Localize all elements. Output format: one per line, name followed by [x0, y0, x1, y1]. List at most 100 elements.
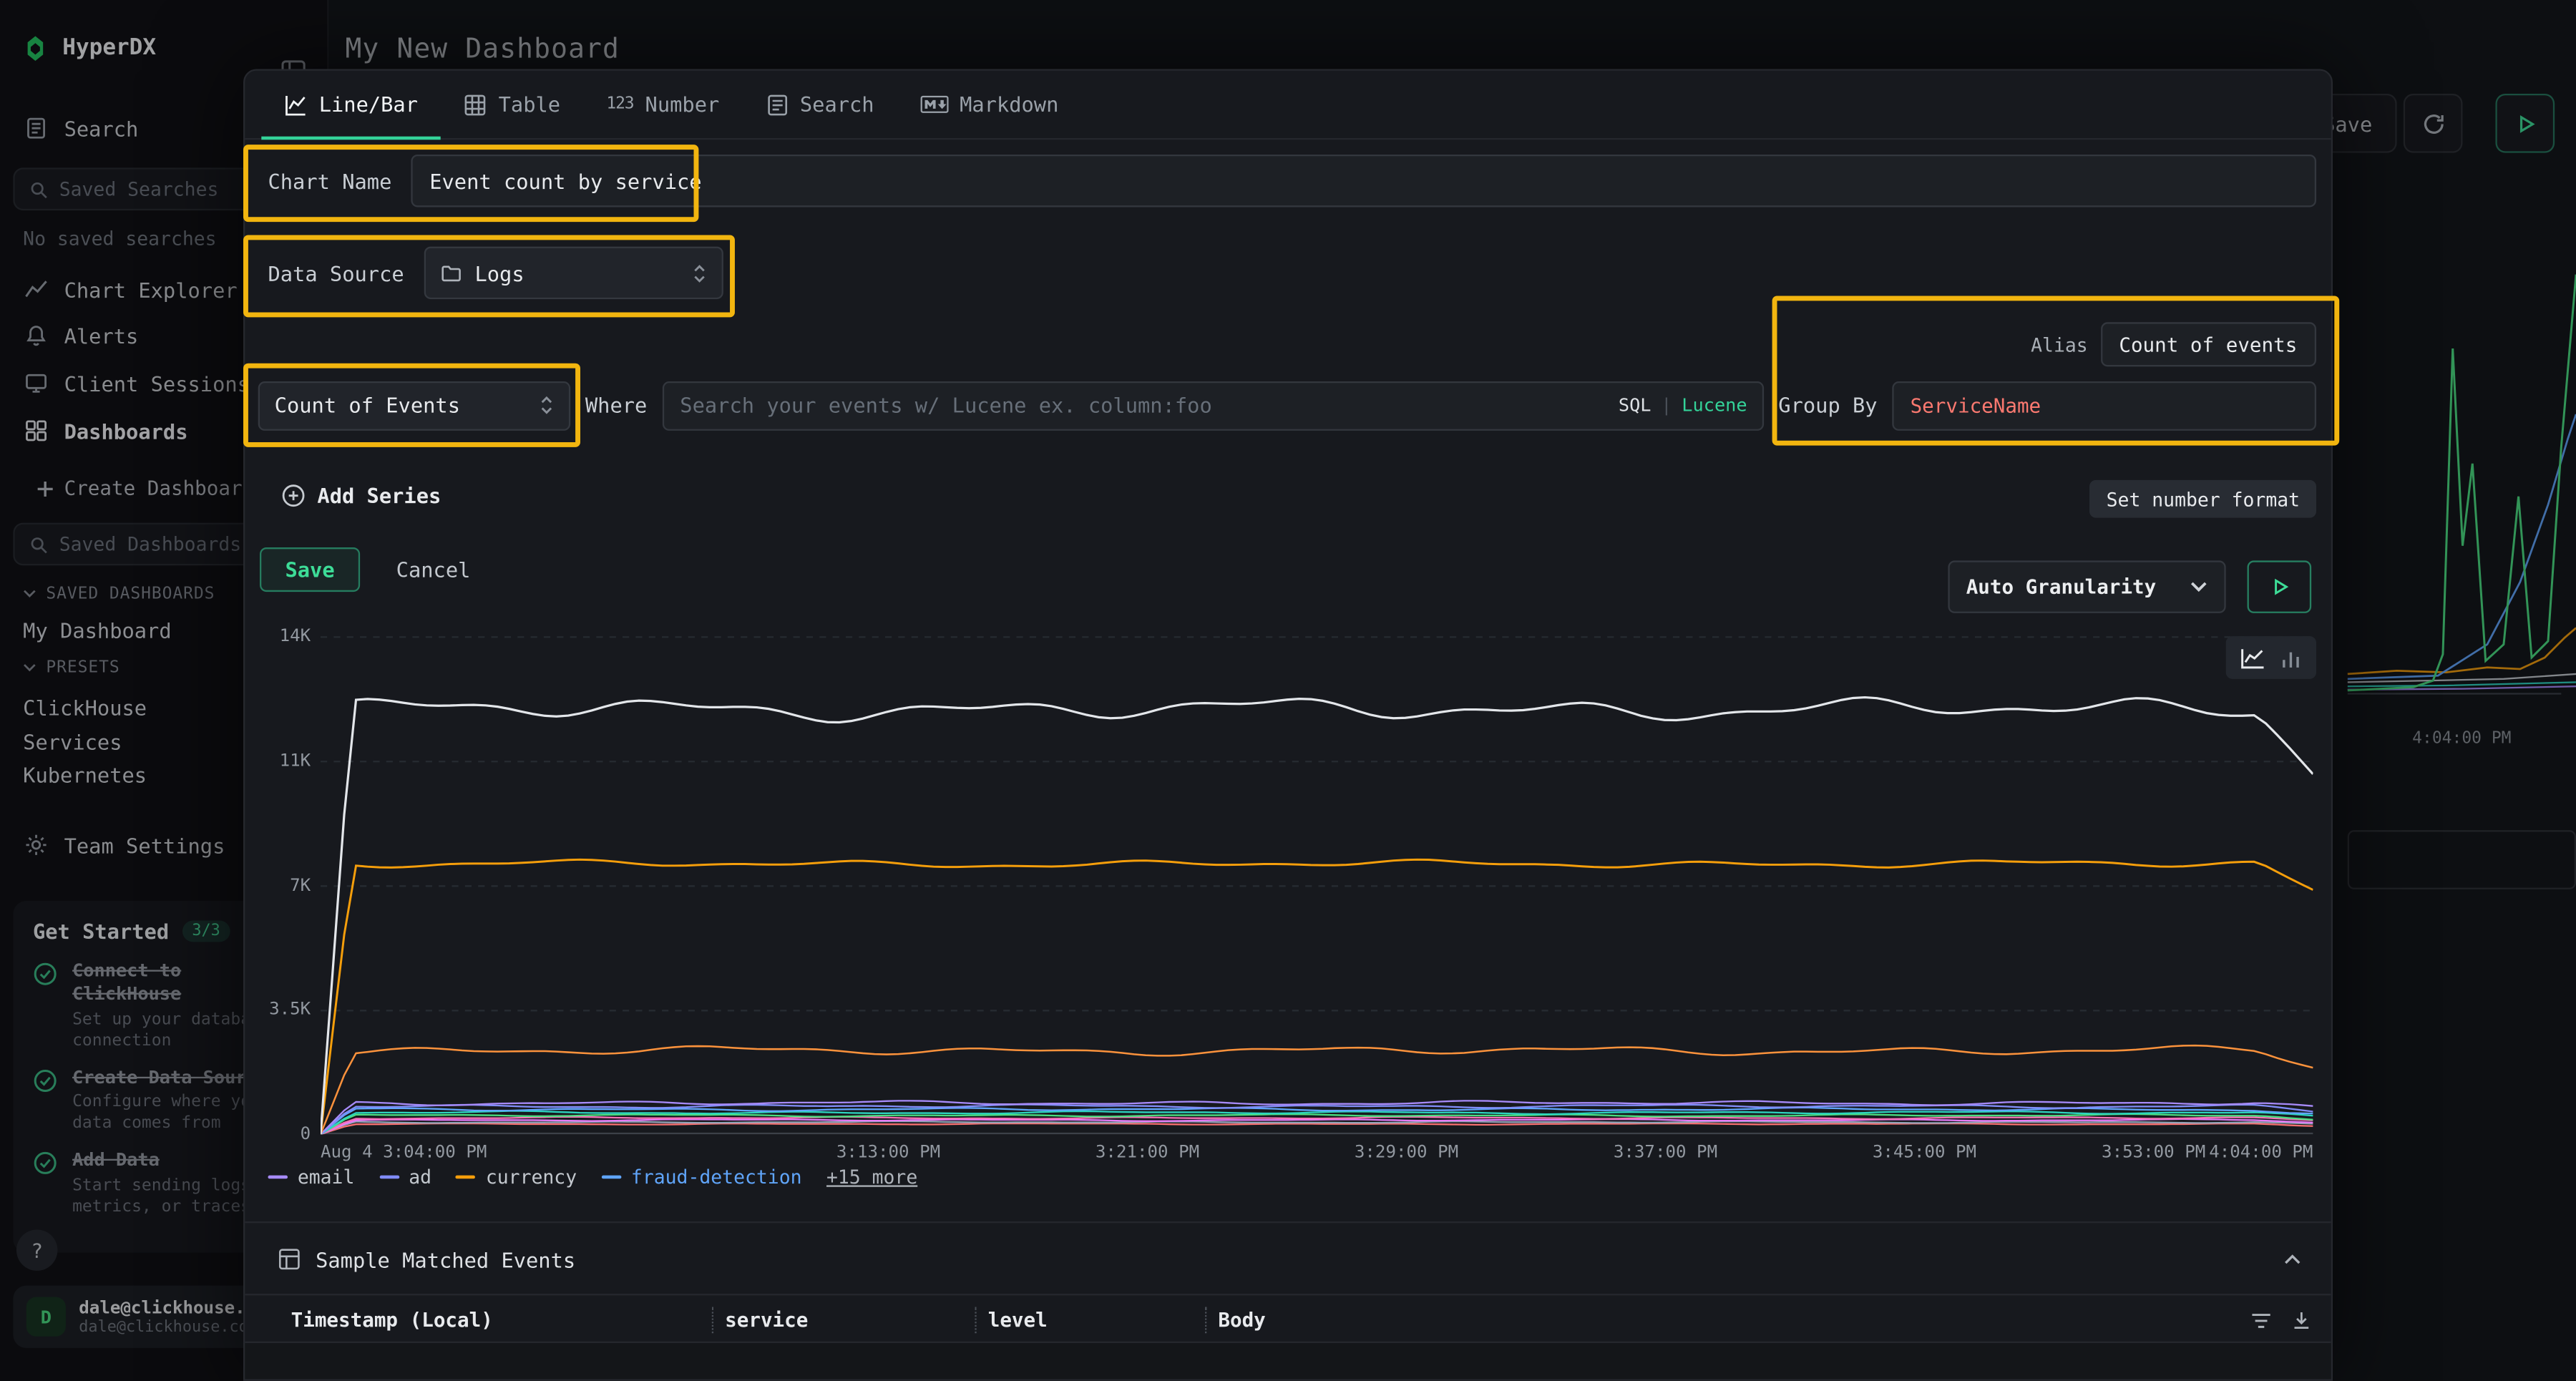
y-axis-tick: 14K — [258, 626, 311, 646]
line-chart-icon — [284, 93, 307, 116]
folder-icon — [440, 263, 462, 283]
chart-display-toggle[interactable] — [2226, 636, 2316, 679]
y-axis-tick: 11K — [258, 751, 311, 771]
add-series-button[interactable]: Add Series — [281, 483, 441, 507]
number-123-icon: 123 — [606, 95, 633, 113]
add-series-label: Add Series — [317, 483, 441, 507]
sample-events-title: Sample Matched Events — [316, 1247, 575, 1272]
column-header-timestamp[interactable]: Timestamp (Local) — [291, 1295, 493, 1345]
tab-label: Markdown — [960, 92, 1058, 117]
divider — [245, 1221, 2331, 1223]
legend-swatch — [379, 1176, 399, 1179]
column-separator[interactable] — [975, 1307, 976, 1333]
tab-line-bar[interactable]: Line/Bar — [261, 71, 441, 138]
screen: HyperDX Search Saved Searches No saved s… — [0, 0, 2576, 1381]
tab-label: Search — [800, 92, 874, 117]
column-separator[interactable] — [712, 1307, 713, 1333]
table-icon — [278, 1248, 301, 1271]
where-search-input[interactable] — [662, 381, 1764, 430]
play-icon — [2270, 577, 2290, 597]
run-query-button[interactable] — [2248, 560, 2312, 613]
data-source-select[interactable]: Logs — [424, 247, 723, 300]
legend-swatch — [268, 1176, 288, 1179]
granularity-select[interactable]: Auto Granularity — [1948, 560, 2225, 613]
column-header-level[interactable]: level — [988, 1295, 1048, 1345]
x-axis: Aug 4 3:04:00 PM 3:13:00 PM 3:21:00 PM 3… — [321, 1143, 2313, 1166]
chart-legend: email ad currency fraud-detection +15 mo… — [268, 1166, 917, 1189]
x-axis-tick: 3:13:00 PM — [836, 1143, 940, 1163]
legend-more-link[interactable]: +15 more — [826, 1166, 917, 1189]
aggregation-select[interactable]: Count of Events — [258, 381, 571, 430]
y-axis-tick: 0 — [258, 1124, 311, 1144]
tab-label: Number — [645, 92, 720, 117]
legend-swatch — [456, 1176, 476, 1179]
x-axis-tick: 3:21:00 PM — [1096, 1143, 1199, 1163]
save-button[interactable]: Save — [260, 547, 360, 592]
select-updown-icon — [540, 394, 555, 416]
group-by-label: Group By — [1778, 393, 1877, 417]
plus-circle-icon — [281, 483, 306, 507]
sql-toggle[interactable]: SQL — [1619, 394, 1652, 416]
legend-item[interactable]: fraud-detection — [602, 1166, 802, 1189]
lucene-toggle[interactable]: Lucene — [1682, 394, 1747, 416]
chart-name-label: Chart Name — [268, 168, 391, 192]
data-source-label: Data Source — [268, 260, 404, 285]
chart-area: 14K 11K 7K 3.5K 0 Aug 4 3:04:00 PM 3:13:… — [258, 630, 2316, 1166]
alias-row: Alias — [2031, 322, 2316, 366]
tab-search[interactable]: Search — [742, 71, 897, 138]
tab-label: Table — [499, 92, 560, 117]
x-axis-tick: 3:45:00 PM — [1873, 1143, 1976, 1163]
legend-label: fraud-detection — [631, 1166, 802, 1189]
tab-table[interactable]: Table — [441, 71, 583, 138]
legend-item[interactable]: ad — [379, 1166, 431, 1189]
sample-events-table-header: Timestamp (Local) service level Body — [245, 1294, 2331, 1343]
series-row: Count of Events Where SQL | Lucene Group… — [245, 380, 2331, 431]
y-axis-tick: 7K — [258, 877, 311, 897]
sample-events-table-body — [245, 1343, 2331, 1380]
where-input-wrap: SQL | Lucene — [662, 381, 1764, 430]
language-divider: | — [1661, 394, 1672, 416]
where-label: Where — [585, 393, 647, 417]
x-axis-tick: Aug 4 3:04:00 PM — [321, 1143, 487, 1163]
tab-label: Line/Bar — [319, 92, 418, 117]
set-number-format-button[interactable]: Set number format — [2090, 480, 2316, 518]
chart-name-input[interactable] — [411, 155, 2316, 208]
x-axis-tick: 3:53:00 PM — [2102, 1143, 2205, 1163]
sample-events-header: Sample Matched Events — [278, 1241, 2301, 1278]
tab-markdown[interactable]: Markdown — [897, 71, 1082, 138]
cancel-button[interactable]: Cancel — [396, 547, 471, 592]
legend-item[interactable]: currency — [456, 1166, 577, 1189]
legend-label: ad — [409, 1166, 431, 1189]
alias-input[interactable] — [2101, 322, 2316, 366]
chart-name-row: Chart Name — [245, 153, 2331, 209]
column-header-service[interactable]: service — [725, 1295, 808, 1345]
filter-lines-icon[interactable] — [2250, 1311, 2272, 1329]
legend-label: email — [298, 1166, 355, 1189]
collapse-chevron-up-icon[interactable] — [2283, 1253, 2301, 1266]
legend-label: currency — [486, 1166, 577, 1189]
table-icon — [464, 93, 487, 116]
alias-label: Alias — [2031, 333, 2088, 356]
query-language-toggle: SQL | Lucene — [1619, 381, 1747, 430]
time-series-plot[interactable] — [321, 636, 2313, 1134]
group-by-input[interactable] — [1892, 381, 2316, 430]
y-axis-tick: 3.5K — [258, 1000, 311, 1020]
x-axis-tick: 3:37:00 PM — [1614, 1143, 1717, 1163]
edit-chart-modal: Line/Bar Table 123 Number Search — [243, 69, 2333, 1380]
x-axis-tick: 4:04:00 PM — [2209, 1143, 2313, 1163]
markdown-icon — [920, 95, 948, 113]
x-axis-tick: 3:29:00 PM — [1355, 1143, 1458, 1163]
aggregation-value: Count of Events — [275, 393, 460, 417]
line-chart-toggle-icon[interactable] — [2240, 647, 2265, 668]
bar-chart-toggle-icon[interactable] — [2280, 647, 2301, 668]
chevron-down-icon — [2190, 580, 2207, 593]
column-header-body[interactable]: Body — [1218, 1295, 1265, 1345]
data-source-row: Data Source Logs — [245, 245, 723, 301]
legend-item[interactable]: email — [268, 1166, 354, 1189]
tab-number[interactable]: 123 Number — [583, 71, 742, 138]
column-separator[interactable] — [1205, 1307, 1206, 1333]
granularity-value: Auto Granularity — [1966, 575, 2157, 598]
download-icon[interactable] — [2292, 1310, 2312, 1330]
data-source-value: Logs — [474, 260, 524, 285]
search-doc-icon — [766, 93, 789, 116]
